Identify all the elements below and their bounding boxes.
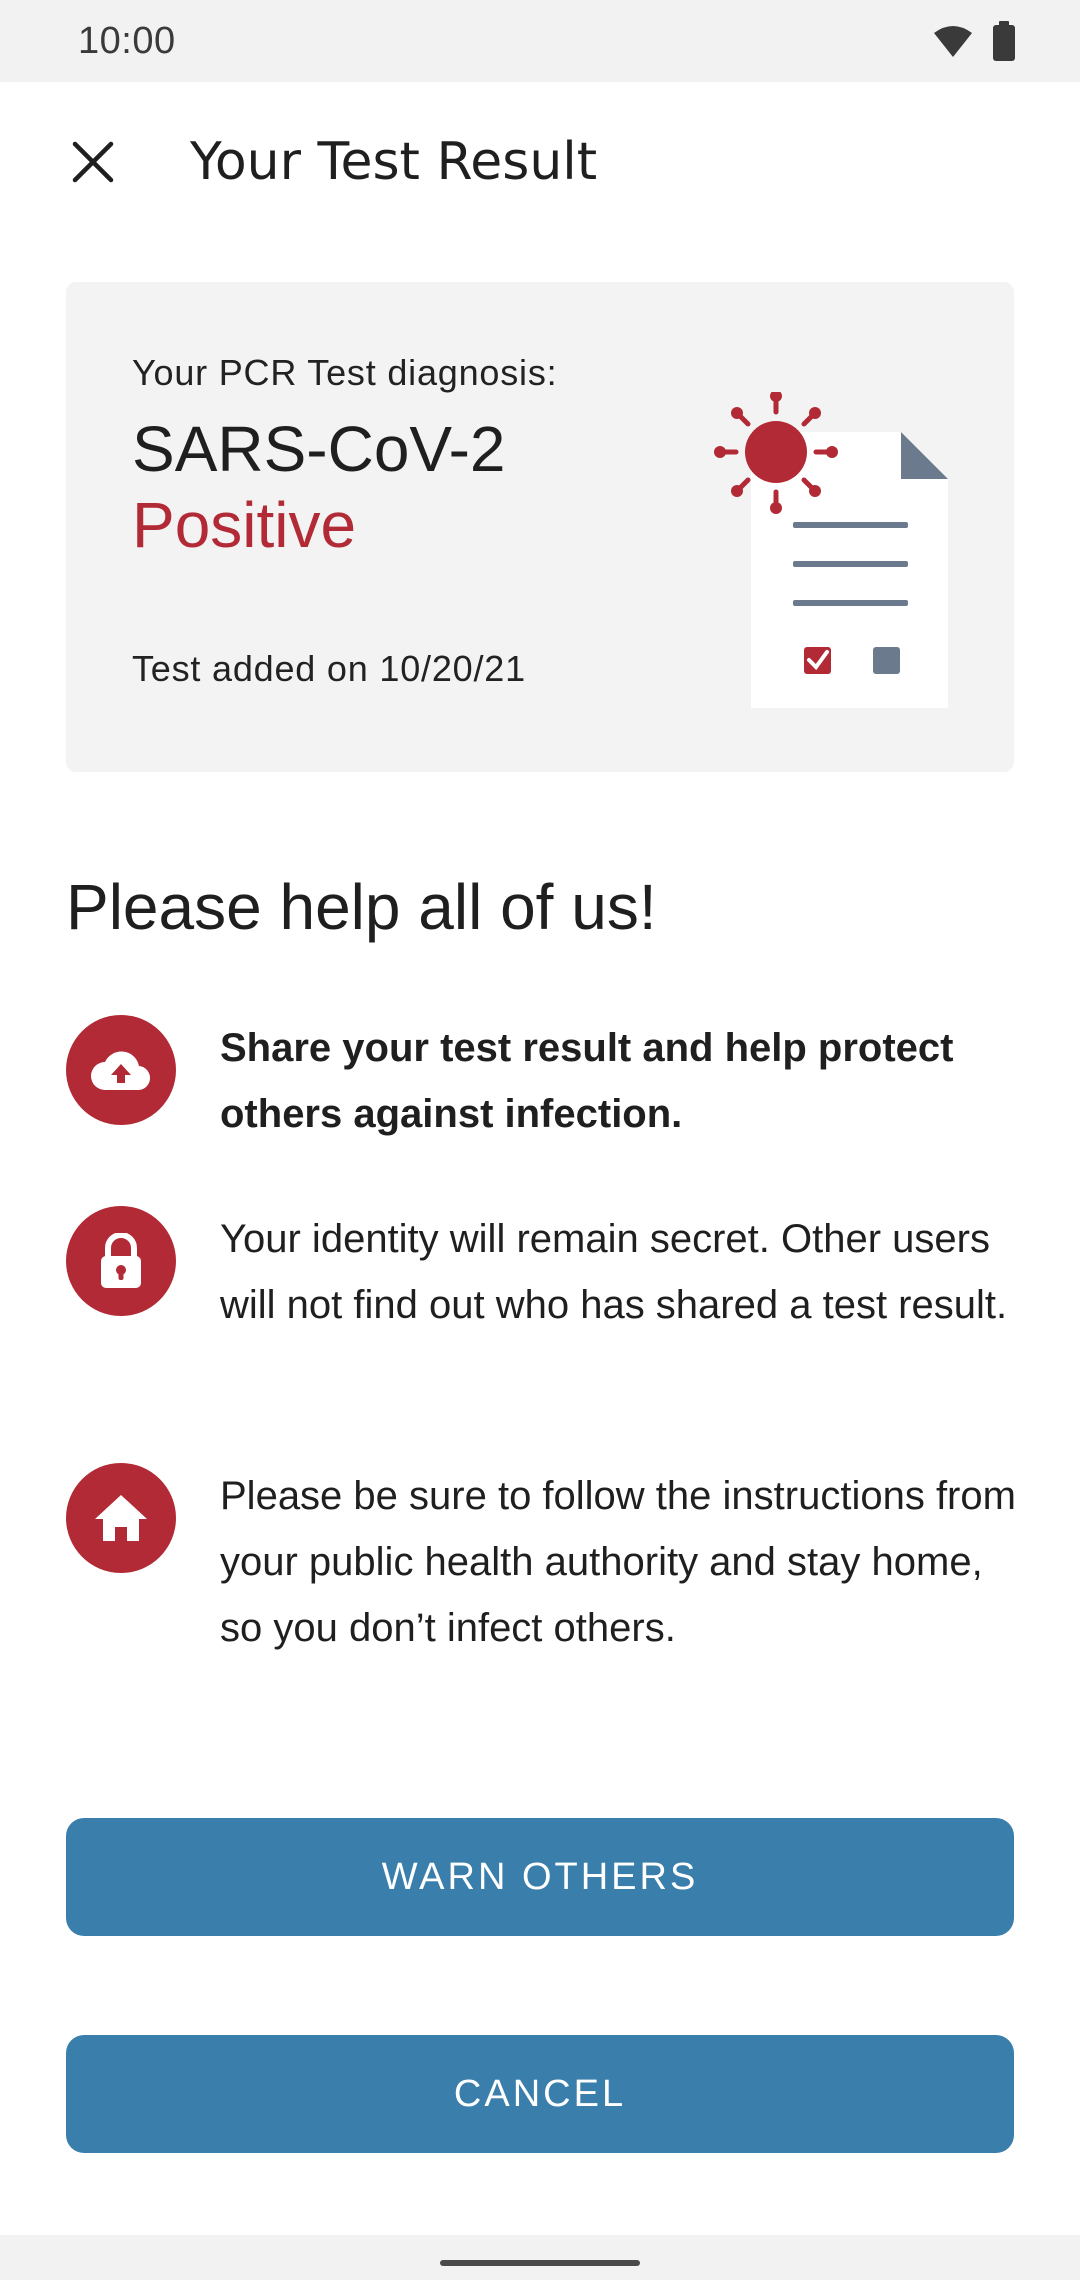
info-text-identity: Your identity will remain secret. Other … [220,1217,1008,1327]
page-title: Your Test Result [190,132,598,192]
app-bar: Your Test Result [0,82,1080,242]
home-gesture-handle[interactable] [440,2260,640,2266]
status-icons [932,21,1016,61]
cloud-upload-icon [66,1015,176,1125]
navigation-bar [0,2235,1080,2280]
cancel-button[interactable]: CANCEL [66,2035,1014,2153]
result-status: Positive [132,489,357,561]
wifi-icon [934,26,972,57]
test-document-virus-illustration [714,392,948,708]
status-time: 10:00 [78,19,176,62]
virus-name: SARS-CoV-2 [132,413,506,485]
close-button[interactable] [58,124,128,200]
info-text-stay-home: Please be sure to follow the instruction… [220,1474,1016,1650]
status-bar: 10:00 [0,0,1080,82]
diagnosis-label: Your PCR Test diagnosis: [132,352,558,393]
home-icon [66,1463,176,1573]
close-icon [72,141,114,183]
test-result-card: Your PCR Test diagnosis: SARS-CoV-2 Posi… [66,282,1014,772]
test-date: Test added on 10/20/21 [132,648,526,689]
help-heading: Please help all of us! [66,871,657,943]
info-text-share: Share your test result and help protect … [220,1026,954,1136]
warn-others-button[interactable]: WARN OTHERS [66,1818,1014,1936]
battery-icon [993,21,1015,61]
lock-icon [66,1206,176,1316]
